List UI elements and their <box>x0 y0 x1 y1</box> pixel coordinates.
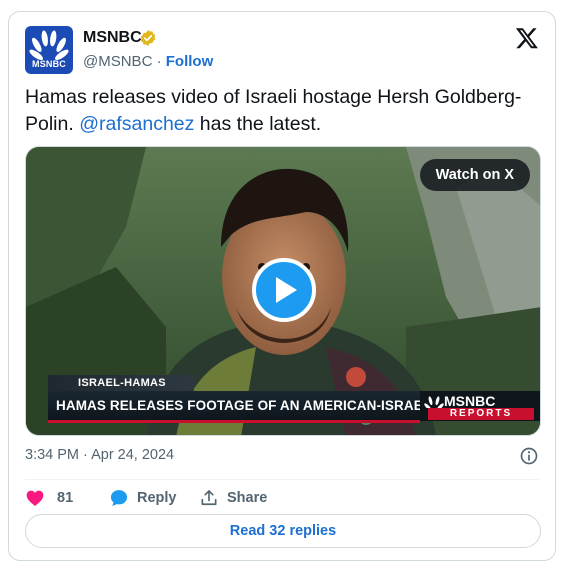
tweet-timestamp[interactable]: 3:34 PM · Apr 24, 2024 <box>25 447 174 463</box>
heart-icon <box>26 490 44 506</box>
verified-badge-icon <box>140 30 156 46</box>
share-label: Share <box>227 490 268 506</box>
x-logo-icon[interactable] <box>515 26 539 50</box>
divider <box>25 479 539 480</box>
read-replies-button[interactable]: Read 32 replies <box>25 514 541 548</box>
chyron-topic: ISRAEL-HAMAS WAR <box>48 375 194 405</box>
handle-separator: · <box>152 53 166 70</box>
chyron-logo: MSNBC REPORTS <box>420 391 540 421</box>
chyron-headline: HAMAS RELEASES FOOTAGE OF AN AMERICAN-IS… <box>48 391 420 421</box>
tweet-text: Hamas releases video of Israeli hostage … <box>25 84 541 138</box>
play-button[interactable] <box>252 258 316 322</box>
like-button[interactable]: 81 <box>25 486 81 510</box>
handle-row: @MSNBC · Follow <box>83 53 213 70</box>
avatar-text: MSNBC <box>32 59 66 69</box>
chyron-reports: REPORTS <box>428 408 534 420</box>
video-player[interactable]: Watch on X ISRAEL-HAMAS WAR HAMAS RELEAS… <box>25 146 541 436</box>
reply-button[interactable]: Reply <box>109 486 179 510</box>
avatar[interactable]: MSNBC <box>25 26 73 74</box>
reply-bubble-icon <box>110 490 128 506</box>
info-icon[interactable] <box>519 446 539 466</box>
chyron-brand: MSNBC <box>444 393 496 409</box>
share-button[interactable]: Share <box>199 486 269 510</box>
account-name[interactable]: MSNBC <box>83 29 142 47</box>
watch-on-x-button[interactable]: Watch on X <box>419 159 530 191</box>
tweet-text-tail: has the latest. <box>194 113 322 135</box>
peacock-mini-icon <box>424 396 444 408</box>
mention-link[interactable]: @rafsanchez <box>79 113 194 135</box>
play-icon <box>276 277 297 303</box>
follow-button[interactable]: Follow <box>166 53 214 70</box>
share-icon <box>201 490 217 506</box>
reply-label: Reply <box>137 490 177 506</box>
tweet-card: MSNBC MSNBC @MSNBC · Follow Hamas releas… <box>8 11 556 561</box>
news-chyron: ISRAEL-HAMAS WAR HAMAS RELEASES FOOTAGE … <box>48 375 540 423</box>
like-count: 81 <box>57 490 74 506</box>
account-handle[interactable]: @MSNBC <box>83 53 152 70</box>
chyron-divider <box>48 420 420 423</box>
